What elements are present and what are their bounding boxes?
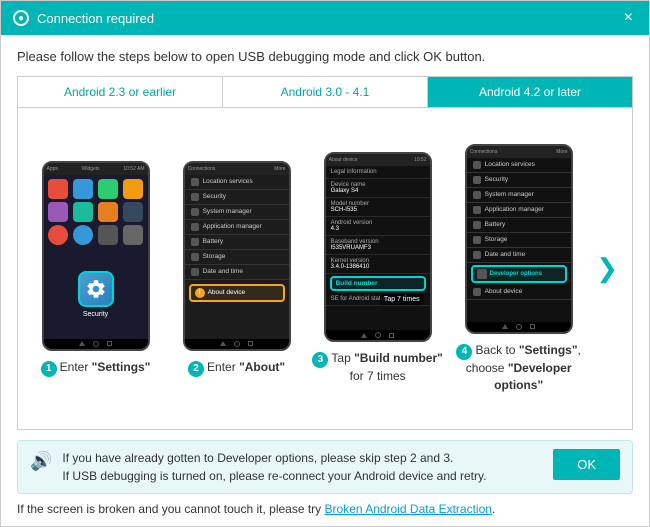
phone-top-bar-1: Apps Widgets 10:52 AM xyxy=(44,163,148,175)
window-title: Connection required xyxy=(37,11,154,26)
step-4-caption: 4Back to "Settings", choose "Developer o… xyxy=(451,342,586,394)
tab-android23[interactable]: Android 2.3 or earlier xyxy=(18,77,223,107)
main-content: Please follow the steps below to open US… xyxy=(1,35,649,526)
main-window: ● Connection required × Please follow th… xyxy=(0,0,650,527)
settings-label: Security xyxy=(83,311,108,318)
step-2-caption: 2Enter "About" xyxy=(188,359,285,377)
speaker-icon: 🔊 xyxy=(30,451,52,472)
step-3: About device 10:52 Legal information Dev… xyxy=(310,152,445,385)
phone-screen-3: Legal information Device name Galaxy S4 … xyxy=(326,166,430,330)
phone-mockup-2: Connections More Location services Secur… xyxy=(183,161,291,351)
steps-container: Apps Widgets 10:52 AM xyxy=(17,107,633,430)
phone-screen-1: Security xyxy=(44,175,148,339)
tab-android30[interactable]: Android 3.0 - 4.1 xyxy=(223,77,428,107)
connection-icon: ● xyxy=(13,10,29,26)
step-2: Connections More Location services Secur… xyxy=(169,161,304,377)
close-button[interactable]: × xyxy=(620,10,637,26)
tab-android42[interactable]: Android 4.2 or later xyxy=(428,77,632,107)
phone-top-bar-3: About device 10:52 xyxy=(326,154,430,166)
phone-top-bar-4: Connections More xyxy=(467,146,571,158)
step-4: Connections More Location services Secur… xyxy=(451,144,586,394)
step-1: Apps Widgets 10:52 AM xyxy=(28,161,163,377)
bottom-link-row: If the screen is broken and you cannot t… xyxy=(17,502,633,516)
info-text: If you have already gotten to Developer … xyxy=(62,449,543,485)
settings-icon xyxy=(78,271,114,307)
title-bar: ● Connection required × xyxy=(1,1,649,35)
step-1-caption: 1Enter "Settings" xyxy=(41,359,151,377)
instruction-text: Please follow the steps below to open US… xyxy=(17,49,633,64)
tap-7-badge: Tap 7 times xyxy=(380,294,424,305)
broken-android-link[interactable]: Broken Android Data Extraction xyxy=(325,502,492,516)
developer-options-highlight: Developer options xyxy=(471,265,567,283)
phone-mockup-1: Apps Widgets 10:52 AM xyxy=(42,161,150,351)
phone-mockup-4: Connections More Location services Secur… xyxy=(465,144,573,334)
phone-screen-2: Location services Security System manage… xyxy=(185,175,289,339)
about-device-highlight: i About device xyxy=(189,284,285,302)
build-number-highlight: Build number xyxy=(330,276,426,291)
phone-mockup-3: About device 10:52 Legal information Dev… xyxy=(324,152,432,342)
info-section: 🔊 If you have already gotten to Develope… xyxy=(17,440,633,494)
next-arrow[interactable]: ❯ xyxy=(592,253,622,284)
title-bar-left: ● Connection required xyxy=(13,10,154,26)
tabs-row: Android 2.3 or earlier Android 3.0 - 4.1… xyxy=(17,76,633,107)
phone-top-bar-2: Connections More xyxy=(185,163,289,175)
step-3-caption: 3Tap "Build number" for 7 times xyxy=(310,350,445,385)
phone-screen-4: Location services Security System manage… xyxy=(467,158,571,322)
ok-button[interactable]: OK xyxy=(553,449,620,480)
